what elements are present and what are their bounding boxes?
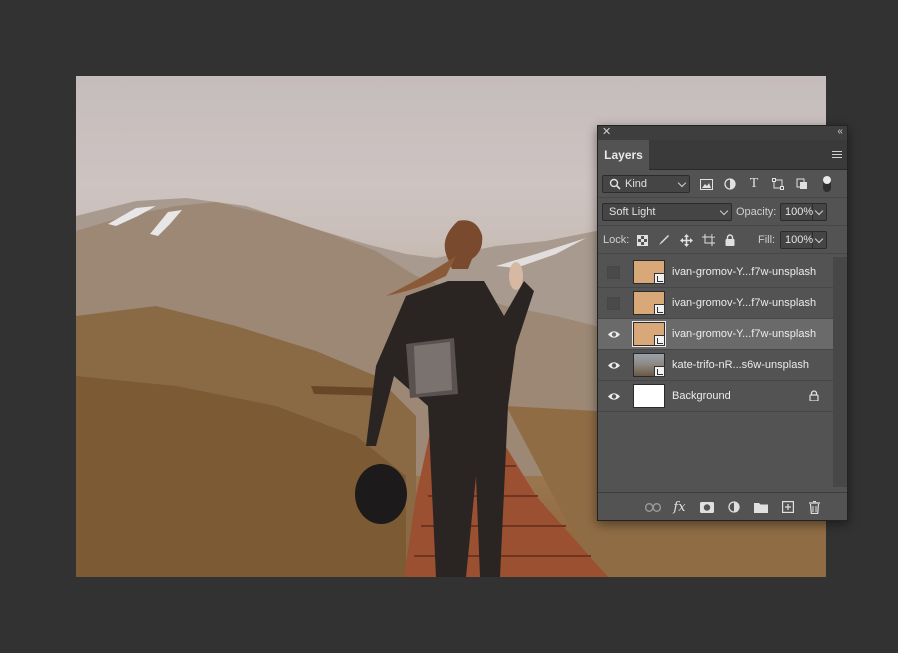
adjustment-filter-icon[interactable] [722, 176, 738, 192]
fill-label: Fill: [758, 234, 776, 246]
eye-icon[interactable] [607, 328, 621, 341]
lock-icon [809, 390, 819, 401]
blend-mode-value: Soft Light [609, 206, 656, 218]
blend-opacity-row: Soft Light Opacity: 100% [598, 198, 847, 226]
layers-list: ivan-gromov-Y...f7w-unsplash ivan-gromov… [598, 257, 833, 487]
lock-buttons [634, 232, 738, 248]
chevron-down-icon [814, 234, 824, 244]
opacity-field[interactable]: 100% [780, 203, 813, 221]
panel-footer: fx [598, 492, 847, 520]
footer-buttons: fx [644, 499, 823, 515]
trash-icon[interactable] [806, 499, 823, 515]
layer-row-selected[interactable]: ivan-gromov-Y...f7w-unsplash [598, 319, 833, 350]
panel-menu-icon[interactable] [832, 151, 842, 160]
kind-filter-dropdown[interactable]: Kind [602, 175, 690, 193]
layer-row[interactable]: ivan-gromov-Y...f7w-unsplash [598, 257, 833, 288]
chevron-down-icon [719, 206, 729, 216]
layer-name: ivan-gromov-Y...f7w-unsplash [672, 328, 817, 340]
lock-label: Lock: [603, 234, 630, 246]
lock-image-icon[interactable] [656, 232, 672, 248]
layers-scrollbar[interactable] [833, 257, 847, 487]
layer-name: ivan-gromov-Y...f7w-unsplash [672, 266, 817, 278]
layer-name: ivan-gromov-Y...f7w-unsplash [672, 297, 817, 309]
filter-type-buttons: T [698, 176, 810, 192]
filter-toggle-switch[interactable] [823, 176, 831, 192]
chevron-down-icon [814, 206, 824, 216]
lock-artboard-icon[interactable] [700, 232, 716, 248]
lock-fill-row: Lock: Fill: 100% [598, 226, 847, 254]
smart-object-badge-icon [654, 335, 665, 346]
search-icon [609, 178, 621, 190]
visibility-toggle-off[interactable] [607, 297, 620, 310]
lock-position-icon[interactable] [678, 232, 694, 248]
smart-object-badge-icon [654, 304, 665, 315]
opacity-label: Opacity: [736, 206, 777, 218]
lock-transparent-icon[interactable] [634, 232, 650, 248]
layer-name: kate-trifo-nR...s6w-unsplash [672, 359, 809, 371]
layer-row-background[interactable]: Background [598, 381, 833, 412]
smart-object-badge-icon [654, 273, 665, 284]
layer-thumbnail [633, 384, 665, 408]
layer-row[interactable]: kate-trifo-nR...s6w-unsplash [598, 350, 833, 381]
tab-layers[interactable]: Layers [598, 140, 649, 170]
add-mask-icon[interactable] [698, 499, 715, 515]
layer-thumbnail [633, 353, 665, 377]
panel-tab-bar: Layers [598, 140, 847, 170]
opacity-dropdown[interactable] [813, 203, 827, 221]
fill-dropdown[interactable] [813, 231, 827, 249]
close-icon[interactable]: ✕ [602, 125, 611, 139]
kind-filter-label: Kind [625, 178, 648, 190]
layer-filter-row: Kind T [598, 170, 847, 198]
blend-mode-dropdown[interactable]: Soft Light [602, 203, 732, 221]
adjustment-layer-icon[interactable] [725, 499, 742, 515]
lock-all-icon[interactable] [722, 232, 738, 248]
fill-field[interactable]: 100% [780, 231, 813, 249]
layer-thumbnail [633, 291, 665, 315]
chevron-down-icon [677, 178, 687, 188]
layer-row[interactable]: ivan-gromov-Y...f7w-unsplash [598, 288, 833, 319]
layer-name: Background [672, 390, 731, 402]
layer-thumbnail [632, 321, 666, 347]
eye-icon[interactable] [607, 390, 621, 403]
collapse-panel-icon[interactable]: ‹‹ [837, 125, 843, 139]
layers-panel: ✕ ‹‹ Layers Kind T Soft Light Opacity: 1… [597, 125, 848, 521]
shape-filter-icon[interactable] [770, 176, 786, 192]
new-layer-icon[interactable] [779, 499, 796, 515]
type-filter-icon[interactable]: T [746, 176, 762, 192]
link-layers-icon[interactable] [644, 499, 661, 515]
image-filter-icon[interactable] [698, 176, 714, 192]
eye-icon[interactable] [607, 359, 621, 372]
fx-icon[interactable]: fx [671, 499, 688, 515]
new-group-icon[interactable] [752, 499, 769, 515]
visibility-toggle-off[interactable] [607, 266, 620, 279]
panel-title-bar[interactable]: ✕ ‹‹ [598, 126, 847, 140]
smart-object-filter-icon[interactable] [794, 176, 810, 192]
smart-object-badge-icon [654, 366, 665, 377]
layer-thumbnail [633, 260, 665, 284]
